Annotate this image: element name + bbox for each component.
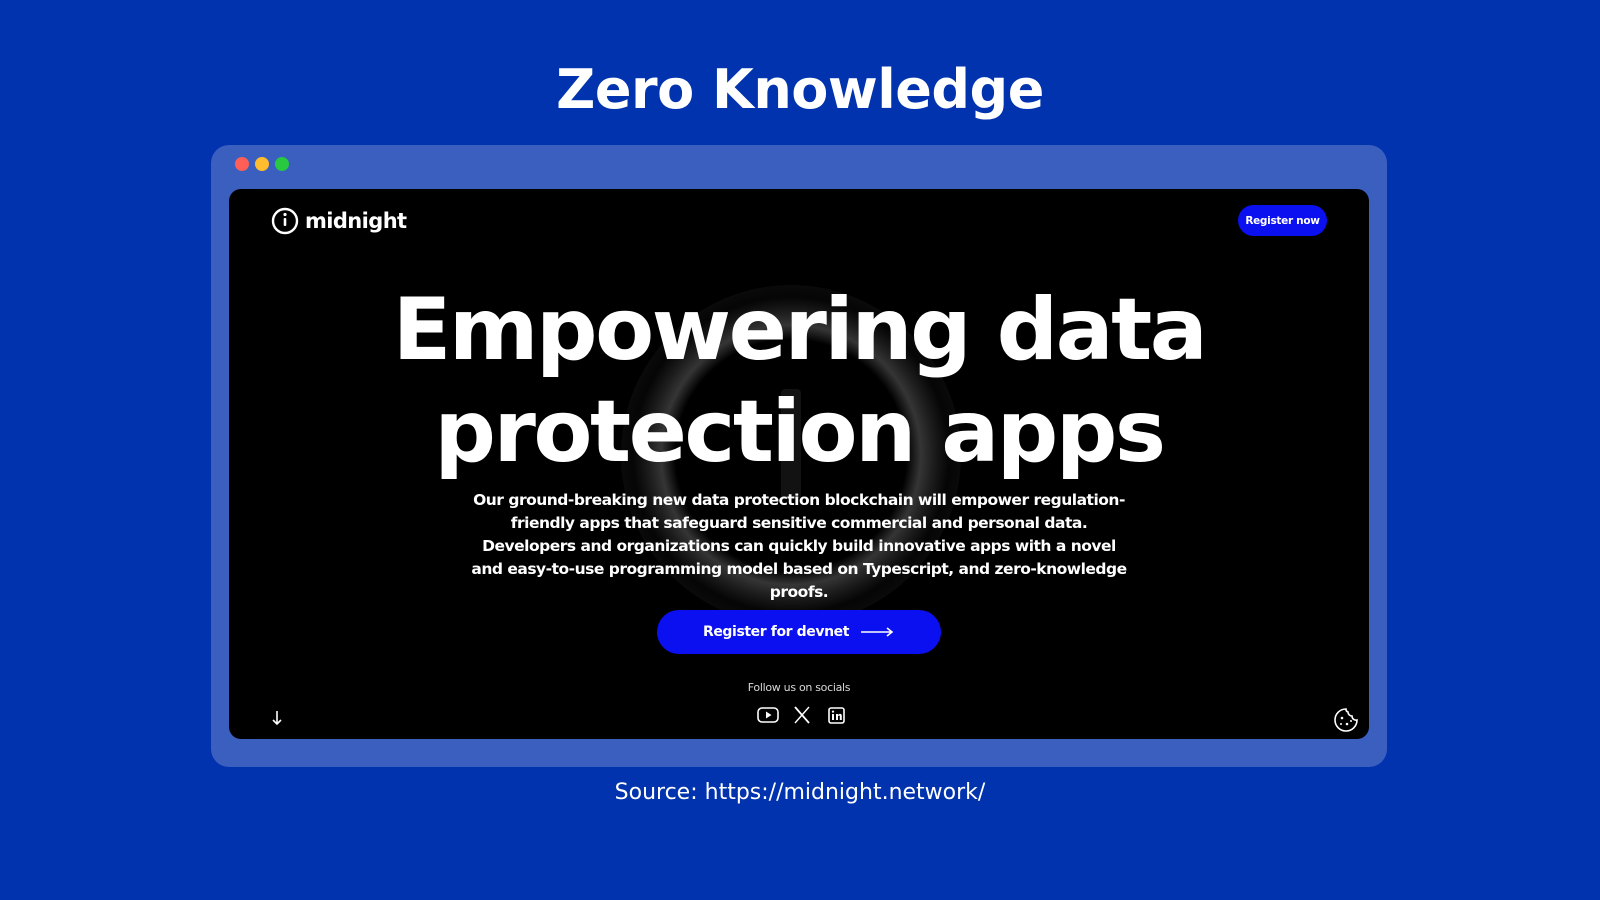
source-caption: Source: https://midnight.network/ — [614, 780, 986, 805]
window-minimize-button[interactable] — [255, 157, 269, 171]
register-devnet-label: Register for devnet — [702, 624, 850, 640]
x-icon — [794, 706, 810, 724]
youtube-link[interactable] — [757, 705, 779, 725]
youtube-icon — [757, 707, 779, 723]
slide-title: Zero Knowledge — [556, 58, 1044, 121]
linkedin-icon — [827, 706, 845, 724]
arrow-right-icon — [861, 627, 894, 637]
brand-name: midnight — [305, 209, 407, 233]
hero-heading-line-2: protection apps — [434, 382, 1166, 482]
register-devnet-button[interactable]: Register for devnet — [657, 610, 941, 654]
register-now-button[interactable]: Register now — [1238, 205, 1327, 236]
arrow-down-icon[interactable] — [269, 709, 285, 727]
hero-description: Our ground-breaking new data protection … — [471, 491, 1127, 601]
brand-link[interactable]: midnight — [271, 207, 407, 235]
hero-heading-line-1: Empowering data — [392, 280, 1208, 380]
x-link[interactable] — [791, 705, 813, 725]
midnight-logo-icon — [271, 207, 299, 235]
hero-heading: Empowering data protection apps — [229, 279, 1369, 483]
window-close-button[interactable] — [235, 157, 249, 171]
website-viewport: midnight Register now Empowering data pr… — [229, 189, 1369, 739]
social-links — [757, 705, 847, 725]
browser-frame: midnight Register now Empowering data pr… — [211, 145, 1387, 767]
socials-label: Follow us on socials — [747, 681, 851, 694]
window-maximize-button[interactable] — [275, 157, 289, 171]
linkedin-link[interactable] — [825, 705, 847, 725]
cookie-settings-icon[interactable] — [1333, 707, 1359, 733]
